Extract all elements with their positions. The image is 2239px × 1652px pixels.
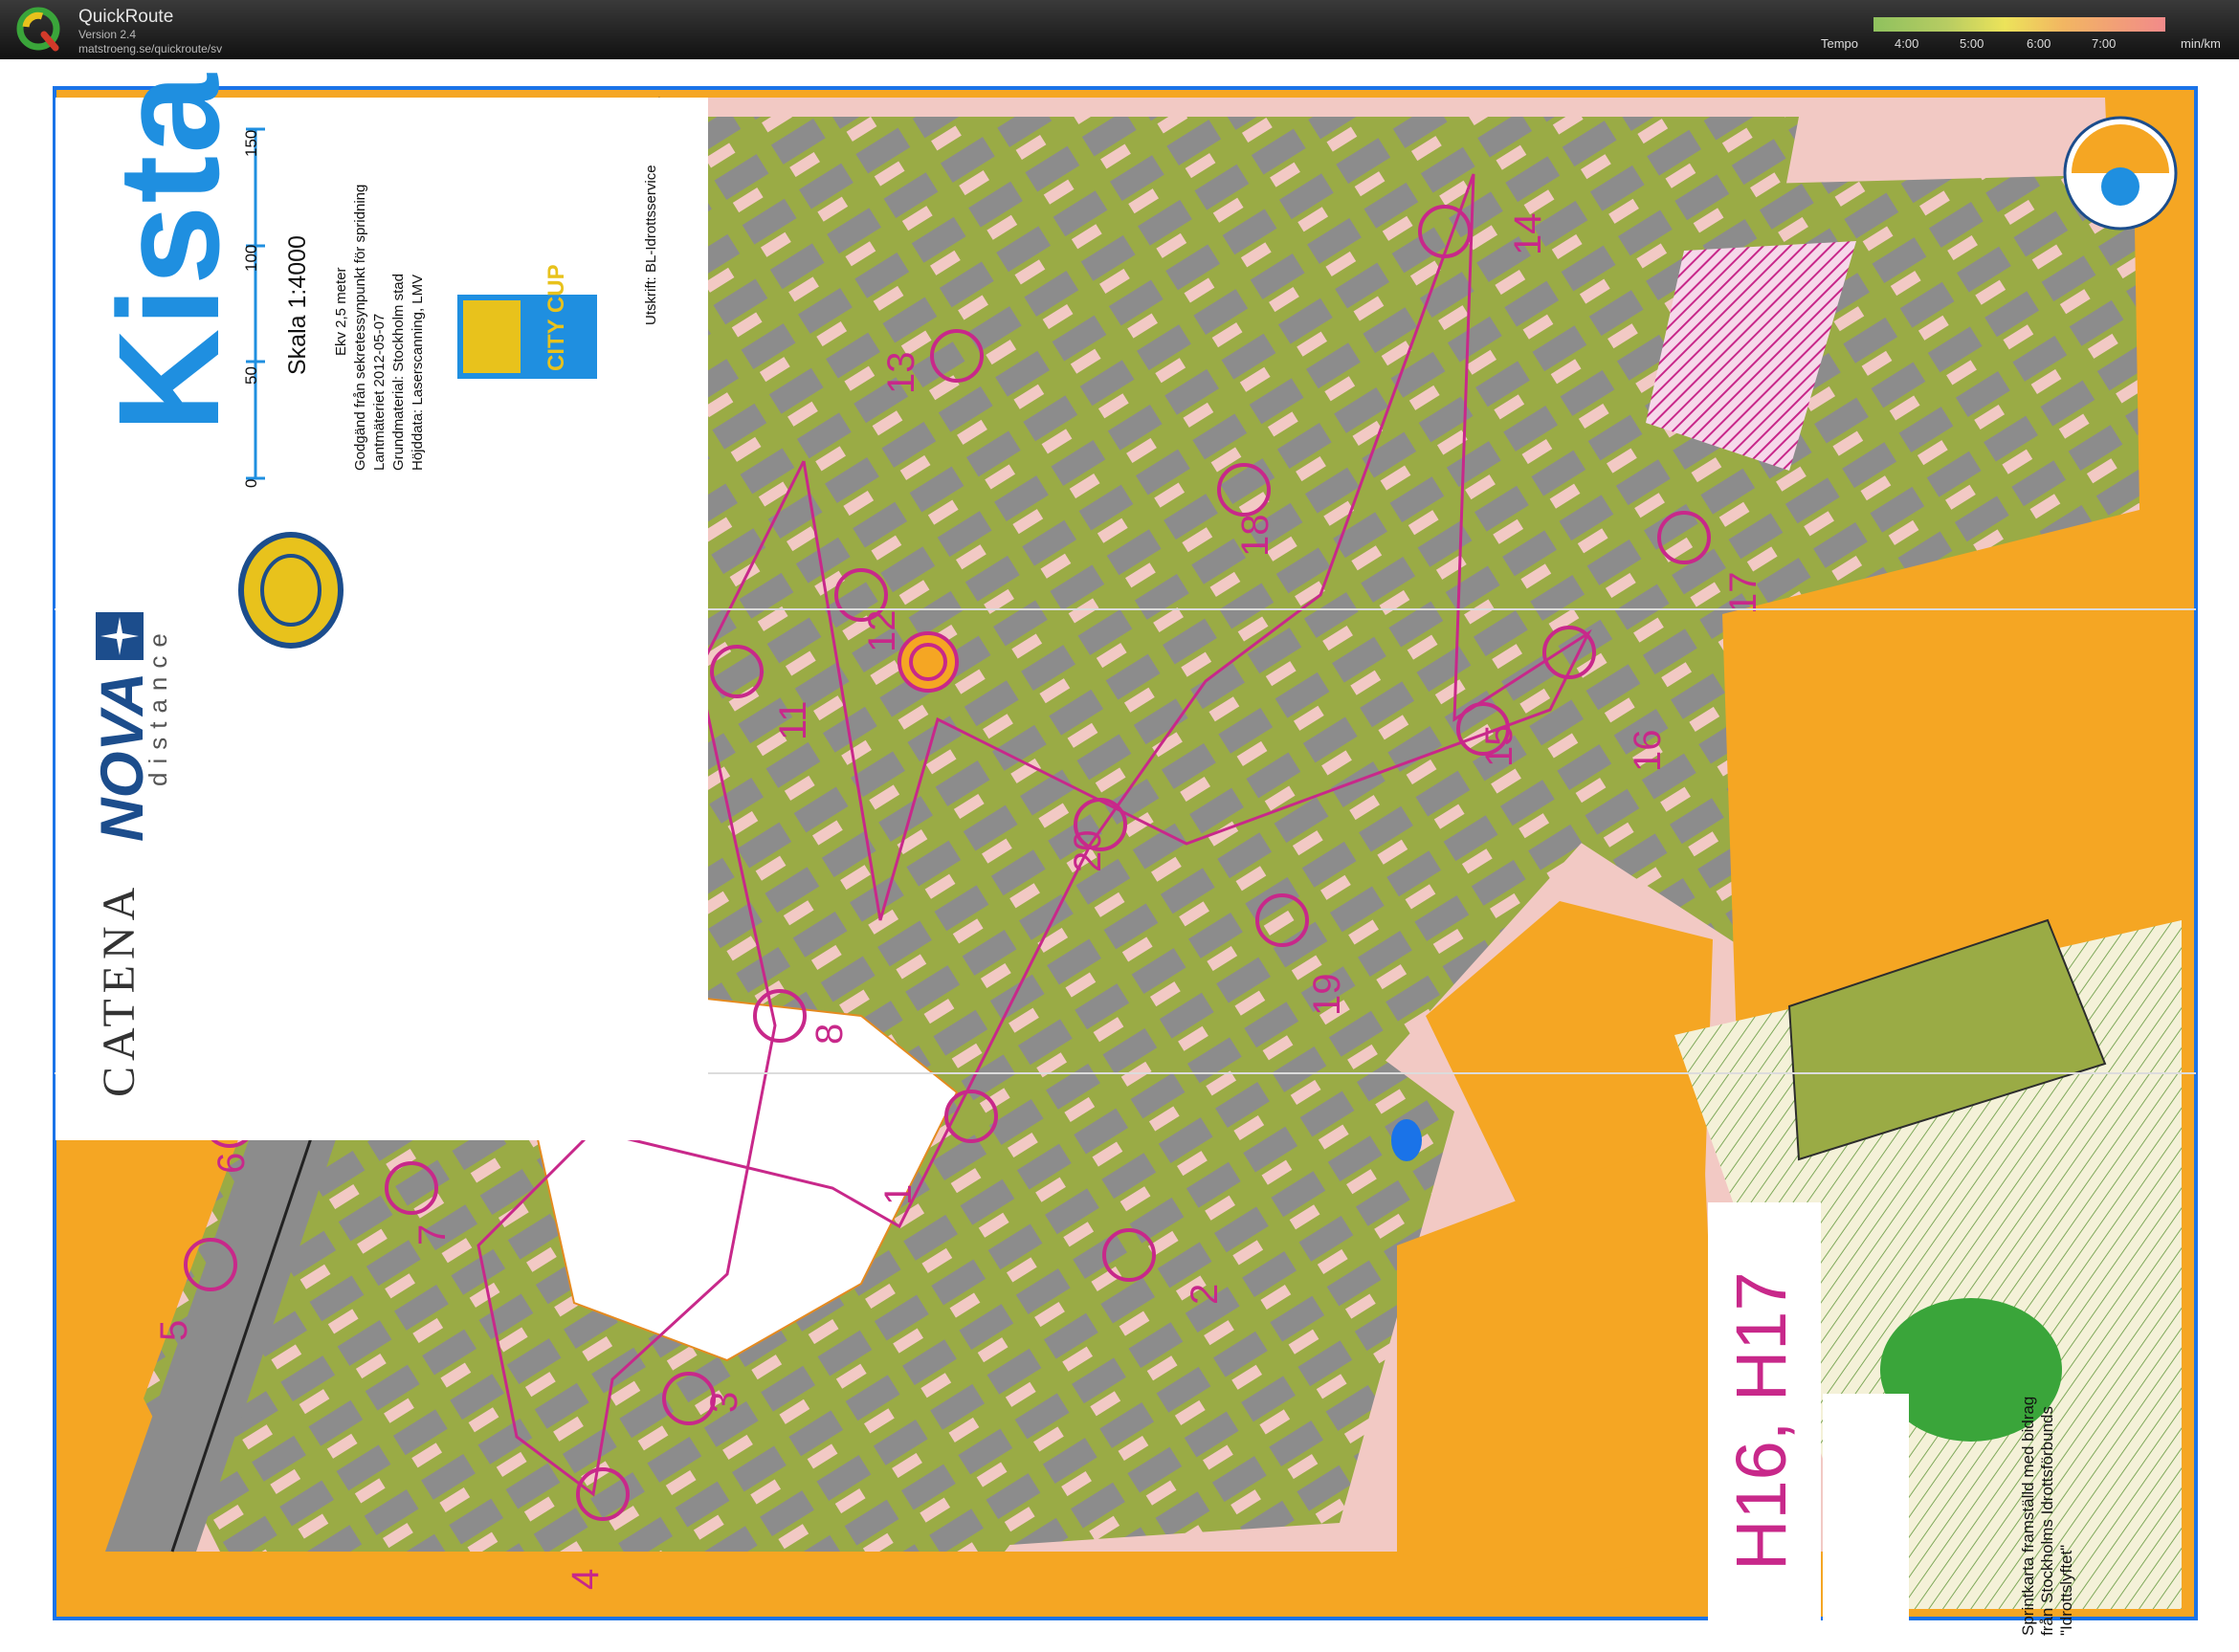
control-number: 11 xyxy=(772,700,814,740)
scale-label: Skala 1:4000 xyxy=(284,235,311,375)
control-number: 15 xyxy=(1478,725,1520,768)
tempo-label: Tempo xyxy=(1821,36,1859,51)
quickroute-logo-icon xyxy=(16,7,60,52)
control-number: 8 xyxy=(809,1024,851,1045)
control-number: 3 xyxy=(703,1392,745,1413)
control-number: 17 xyxy=(1722,572,1764,615)
tempo-tick: 7:00 xyxy=(2092,36,2117,51)
credit-line: Sprintkarta framställd med bidrag xyxy=(2019,1396,2037,1636)
scale-tick: 50 xyxy=(242,366,260,385)
control-number: 16 xyxy=(1627,730,1669,773)
control-number: 7 xyxy=(411,1224,454,1245)
tempo-color-scale xyxy=(1873,17,2165,32)
control-number: 20 xyxy=(1067,830,1109,873)
fritidskartor-badge-icon xyxy=(2063,116,2178,231)
app-title: QuickRoute xyxy=(78,7,174,27)
map-title: Kista xyxy=(88,72,249,432)
credit-box xyxy=(1823,1394,1909,1652)
city-cup-text: CITY CUP xyxy=(543,264,569,371)
tempo-tick: 5:00 xyxy=(1960,36,1984,51)
water-pond xyxy=(1391,1119,1422,1161)
tempo-tick: 4:00 xyxy=(1895,36,1919,51)
control-number: 13 xyxy=(880,352,922,395)
app-version: Version 2.4 xyxy=(78,28,137,41)
app-url: matstroeng.se/quickroute/sv xyxy=(78,42,223,55)
class-label: H16, H17 xyxy=(1721,1271,1801,1571)
scale-tick: 100 xyxy=(242,244,260,272)
control-number: 2 xyxy=(1184,1284,1226,1305)
nova-star-icon xyxy=(96,612,144,660)
city-cup-badge: CITY CUP xyxy=(457,264,597,379)
orienteering-map[interactable]: 1 2 3 4 5 6 7 8 9 10 11 12 13 14 15 16 1… xyxy=(0,59,2239,1652)
tempo-tick: 6:00 xyxy=(2027,36,2051,51)
map-info-line: Höjddata: Laserscanning, LMV xyxy=(410,274,426,471)
control-number: 18 xyxy=(1234,515,1276,558)
map-info-line: Godgänd från sekretessynpunkt för spridn… xyxy=(352,184,368,471)
control-number: 1 xyxy=(877,1184,920,1205)
club-crest-icon xyxy=(238,532,344,649)
start-finish-marker xyxy=(898,631,959,693)
control-number: 5 xyxy=(153,1320,195,1341)
scale-tick: 150 xyxy=(242,129,260,157)
control-number: 6 xyxy=(211,1153,253,1174)
scale-bar xyxy=(246,127,265,480)
map-info-line: Lantmäteriet 2012-05-07 xyxy=(371,313,388,471)
control-number: 12 xyxy=(861,610,903,653)
control-number: 4 xyxy=(565,1569,607,1590)
scale-tick: 0 xyxy=(242,478,260,488)
map-info-line: Ekv 2,5 meter xyxy=(333,267,349,356)
app-title-bar: QuickRoute Version 2.4 matstroeng.se/qui… xyxy=(0,0,2239,59)
control-number: 19 xyxy=(1306,974,1348,1017)
credit-line: från Stockholms Idrottsförbunds xyxy=(2038,1405,2056,1636)
tempo-unit: min/km xyxy=(2181,36,2221,51)
control-number: 14 xyxy=(1507,213,1549,256)
credit-line: "Idrottslyftet" xyxy=(2057,1544,2075,1636)
nova-logo-subtext: distance xyxy=(144,625,172,786)
map-info-line: Grundmaterial: Stockholm stad xyxy=(390,274,407,471)
catena-logo-text: CATENA xyxy=(94,881,144,1097)
printed-by: Utskrift: BL-Idrottsservice xyxy=(643,165,659,325)
